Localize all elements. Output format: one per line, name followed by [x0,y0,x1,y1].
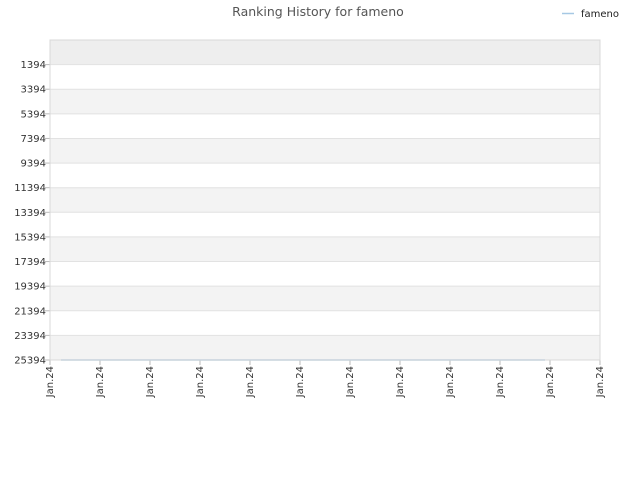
x-tick-label: Jan.24 [145,366,156,398]
y-tick-label: 13394 [14,208,46,219]
x-tick-label: Jan.24 [95,366,106,398]
y-tick-label: 23394 [14,331,46,342]
y-tick-label: 19394 [14,282,46,293]
plot-band [50,64,600,90]
plot-band [50,89,600,114]
chart-title: Ranking History for fameno [232,4,404,19]
y-tick-label: 11394 [14,183,46,194]
x-tick-label: Jan.24 [545,366,556,398]
y-tick-label: 7394 [21,134,46,145]
ranking-chart: Ranking History for fameno fameno 1394 33… [14,4,619,398]
legend: fameno [562,9,619,20]
plot-band [50,286,600,311]
x-tick-label: Jan.24 [295,366,306,398]
y-tick-label: 25394 [14,356,46,367]
y-tick-label: 21394 [14,306,46,317]
x-tick-label: Jan.24 [445,366,456,398]
plot-band [50,163,600,188]
x-tick-label: Jan.24 [245,366,256,398]
plot-band [50,335,600,360]
legend-label-fameno: fameno [581,9,619,20]
plot-band [50,310,600,336]
plot-band [50,40,600,65]
y-tick-label: 3394 [21,85,46,96]
y-tick-label: 1394 [21,60,46,71]
x-axis: Jan.24 Jan.24 Jan.24 Jan.24 Jan.24 Jan.24 Jan.… [45,360,606,398]
plot-band [50,187,600,213]
x-tick-label: Jan.24 [595,366,606,398]
x-tick-label: Jan.24 [495,366,506,398]
x-tick-label: Jan.24 [395,366,406,398]
y-tick-label: 15394 [14,232,46,243]
plot-band [50,236,600,262]
x-tick-label: Jan.24 [195,366,206,398]
y-tick-label: 5394 [21,109,46,120]
plot-band [50,113,600,139]
plot-band [50,261,600,287]
x-tick-label: Jan.24 [345,366,356,398]
y-axis: 1394 3394 5394 7394 9394 11394 13394 15394 17394… [14,60,50,367]
plot-bands [50,40,600,360]
x-tick-label: Jan.24 [45,366,56,398]
y-tick-label: 17394 [14,257,46,268]
y-tick-label: 9394 [21,159,46,170]
plot-band [50,212,600,237]
plot-band [50,138,600,164]
